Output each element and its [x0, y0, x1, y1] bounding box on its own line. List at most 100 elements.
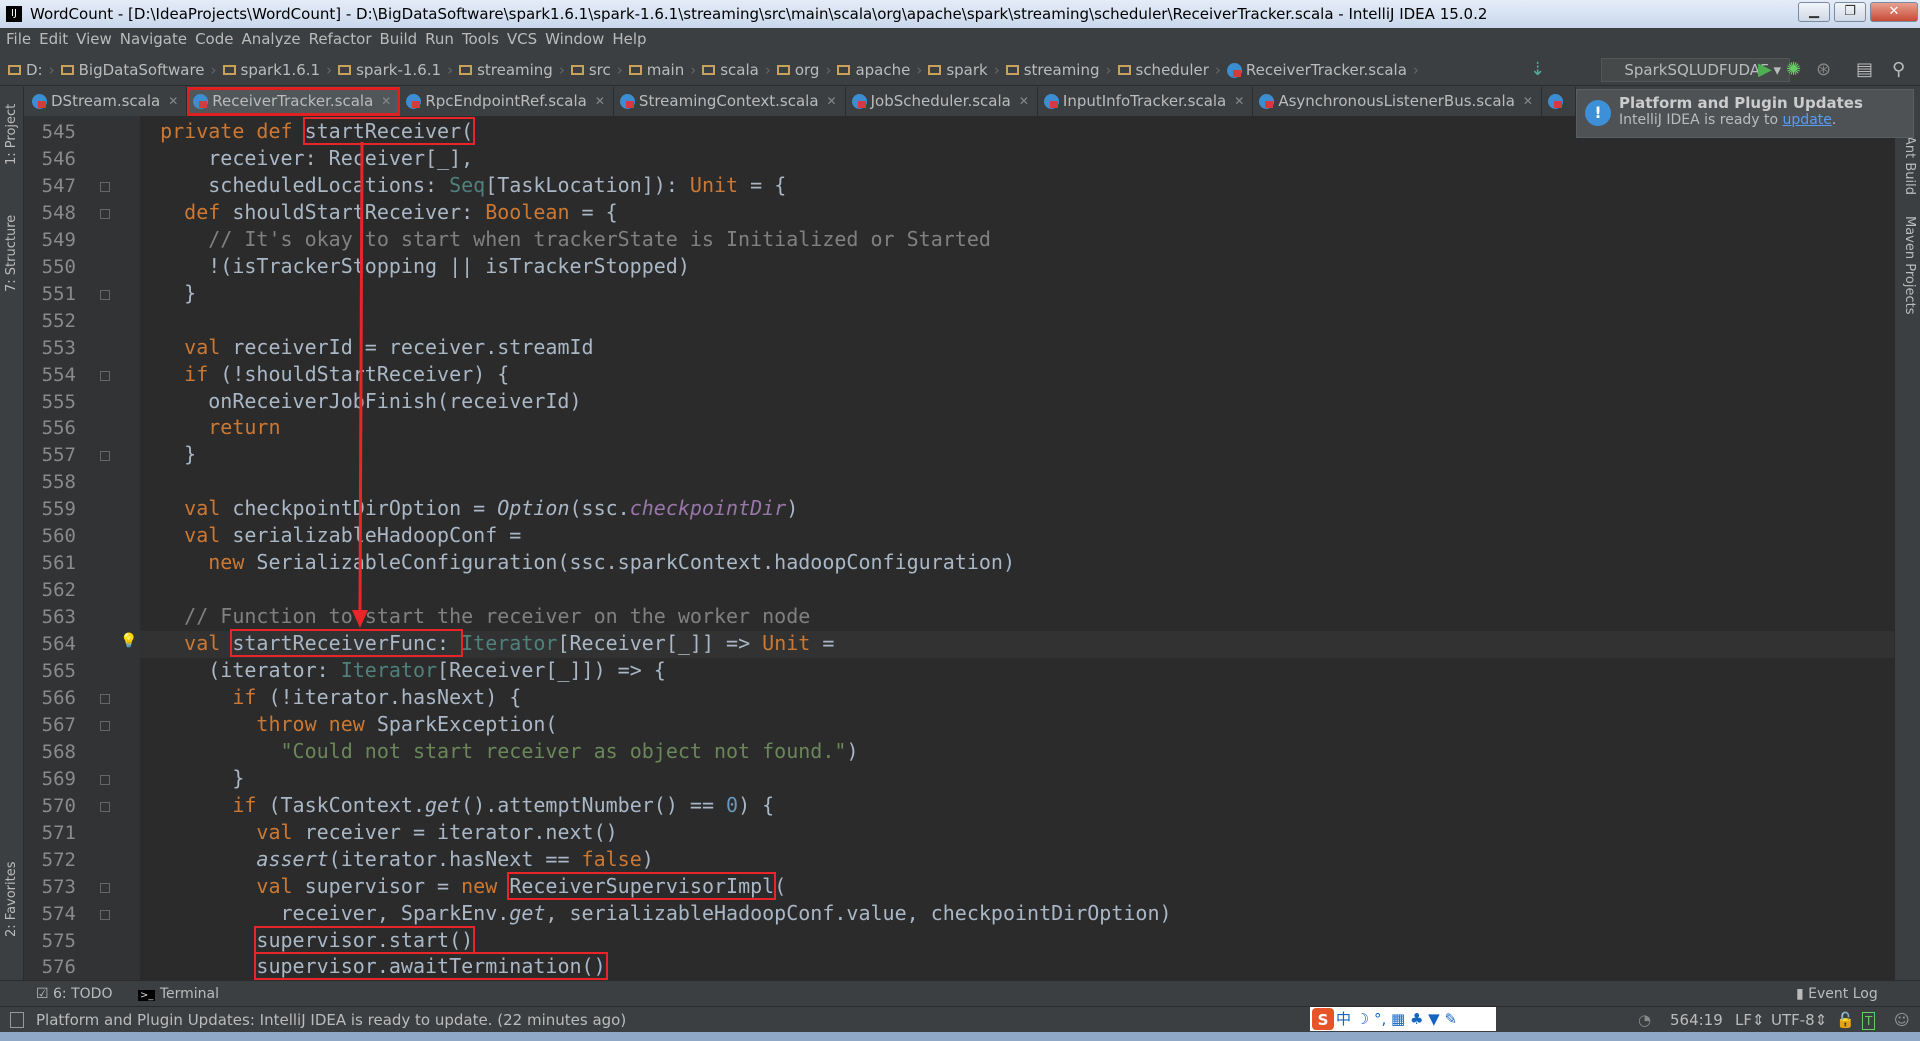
menu-bar: File Edit View Navigate Code Analyze Refactor B… [0, 28, 1920, 50]
menu-edit[interactable]: Edit [37, 28, 74, 50]
folder-icon [702, 65, 716, 75]
chevron-right-icon: › [210, 60, 217, 79]
menu-refactor[interactable]: Refactor [307, 28, 378, 50]
menu-tools[interactable]: Tools [460, 28, 505, 50]
run-icon[interactable]: ▶ [1758, 60, 1772, 80]
tab-jobscheduler[interactable]: JobScheduler.scala ✕ [846, 87, 1038, 116]
breadcrumb-item[interactable]: src › [570, 55, 623, 85]
breadcrumb-label: streaming [1023, 60, 1100, 79]
restore-button[interactable]: ❐ [1834, 2, 1866, 22]
tab-inputinfotracker[interactable]: InputInfoTracker.scala ✕ [1038, 87, 1254, 116]
tool-favorites[interactable]: 2: Favorites [4, 861, 19, 937]
todo-label: 6: TODO [53, 986, 113, 1002]
event-log-button[interactable]: ▮ Event Log [1796, 981, 1878, 1007]
close-tab-icon[interactable]: ✕ [595, 87, 605, 116]
breadcrumb-label: scala [720, 60, 759, 79]
menu-file[interactable]: File [4, 28, 37, 50]
breadcrumb-item[interactable]: scala › [702, 55, 771, 85]
tool-ant-build[interactable]: Ant Build [1902, 136, 1917, 195]
hector-icon[interactable]: ☺ [1894, 1007, 1910, 1033]
tab-dstream[interactable]: DStream.scala ✕ [26, 87, 188, 116]
lock-icon[interactable]: 🔓 [1836, 1007, 1855, 1033]
windows-taskbar [0, 1032, 1920, 1041]
breadcrumb-item[interactable]: scheduler › [1117, 55, 1221, 85]
menu-vcs[interactable]: VCS [505, 28, 543, 50]
code-editor[interactable] [140, 116, 1894, 980]
tab-receivertracker[interactable]: ReceiverTracker.scala ✕ [187, 87, 401, 116]
breadcrumb-label: org [794, 60, 820, 79]
update-link[interactable]: update [1783, 112, 1832, 128]
breadcrumb-item[interactable]: ReceiverTracker.scala › [1226, 55, 1419, 85]
menu-build[interactable]: Build [378, 28, 424, 50]
minimize-button[interactable]: ▁ [1798, 2, 1830, 22]
breadcrumb-label: spark-1.6.1 [356, 60, 442, 79]
line-separator[interactable]: LF⇕ [1735, 1007, 1765, 1033]
menu-run[interactable]: Run [423, 28, 460, 50]
close-tab-icon[interactable]: ✕ [1234, 87, 1244, 116]
menu-view[interactable]: View [74, 28, 118, 50]
chevron-right-icon: › [48, 60, 55, 79]
menu-navigate[interactable]: Navigate [118, 28, 193, 50]
breadcrumb-item[interactable]: org › [776, 55, 832, 85]
close-tab-icon[interactable]: ✕ [1523, 87, 1533, 116]
tool-maven-projects[interactable]: Maven Projects [1902, 216, 1917, 315]
chevron-right-icon: › [447, 60, 454, 79]
breadcrumb-item[interactable]: spark-1.6.1 › [338, 55, 453, 85]
tool-project[interactable]: 1: Project [4, 104, 19, 165]
tab-rpcendpointref[interactable]: RpcEndpointRef.scala ✕ [400, 87, 614, 116]
menu-analyze[interactable]: Analyze [239, 28, 306, 50]
chevron-right-icon: › [1105, 60, 1112, 79]
chevron-right-icon: › [825, 60, 832, 79]
vcs-update-icon[interactable]: ⇣ [1530, 60, 1545, 80]
folder-icon [928, 65, 942, 75]
breadcrumb-item[interactable]: spark › [928, 55, 1000, 85]
folder-icon [459, 65, 473, 75]
tab-asynchronouslistenerbus[interactable]: AsynchronousListenerBus.scala ✕ [1253, 87, 1542, 116]
close-tab-icon[interactable]: ✕ [381, 87, 391, 116]
ime-toolbar[interactable]: S中 ☽ °, ▦ ♣ ▼ ✎ [1310, 1007, 1496, 1031]
folder-icon [837, 65, 851, 75]
breadcrumb-label: ReceiverTracker.scala [1245, 60, 1407, 79]
coverage-icon[interactable]: ⊛ [1816, 60, 1831, 80]
todo-tool-button[interactable]: ☑ 6: TODO [36, 981, 112, 1007]
breadcrumb-label: apache [855, 60, 911, 79]
breadcrumb-item[interactable]: streaming › [1005, 55, 1112, 85]
update-notification[interactable]: ! Platform and Plugin Updates IntelliJ I… [1576, 89, 1914, 138]
tab-streamingcontext[interactable]: StreamingContext.scala ✕ [614, 87, 846, 116]
tab-label: JobScheduler.scala [870, 92, 1011, 110]
terminal-tool-button[interactable]: >_ Terminal [138, 981, 219, 1009]
search-icon[interactable]: ⚲ [1892, 60, 1905, 80]
terminal-label: Terminal [159, 986, 220, 1002]
notification-tail: . [1831, 112, 1837, 128]
file-encoding[interactable]: UTF-8⇕ [1771, 1007, 1827, 1033]
breadcrumb-label: D: [26, 60, 43, 79]
breadcrumb-item[interactable]: streaming › [459, 55, 565, 85]
close-tab-icon[interactable]: ✕ [827, 87, 837, 116]
ime-icons: 中 ☽ °, ▦ ♣ ▼ ✎ [1336, 1010, 1458, 1028]
caret-position[interactable]: 564:19 [1670, 1007, 1723, 1033]
close-tab-icon[interactable]: ✕ [168, 87, 178, 116]
breadcrumb-item[interactable]: spark1.6.1 › [222, 55, 332, 85]
breadcrumb-item[interactable]: main › [628, 55, 696, 85]
breadcrumb-item[interactable]: apache › [837, 55, 922, 85]
status-toggle-icon[interactable] [10, 1012, 24, 1028]
close-button[interactable]: ✕ [1870, 2, 1918, 22]
breadcrumb-label: streaming [477, 60, 553, 79]
project-structure-icon[interactable]: ▤ [1856, 60, 1873, 80]
status-message[interactable]: Platform and Plugin Updates: IntelliJ ID… [36, 1007, 626, 1033]
scala-file-icon [32, 94, 47, 109]
scala-file-icon [193, 94, 209, 109]
terminal-icon: >_ [138, 990, 156, 1001]
tool-structure[interactable]: 7: Structure [4, 215, 19, 292]
menu-code[interactable]: Code [193, 28, 239, 50]
scala-file-icon [1226, 62, 1242, 78]
breadcrumb-item[interactable]: D: › [8, 55, 55, 85]
debug-icon[interactable]: ✺ [1786, 60, 1801, 80]
chevron-right-icon: › [558, 60, 565, 79]
breadcrumb-item[interactable]: BigDataSoftware › [60, 55, 217, 85]
menu-help[interactable]: Help [610, 28, 652, 50]
menu-window[interactable]: Window [543, 28, 610, 50]
close-tab-icon[interactable]: ✕ [1019, 87, 1029, 116]
inspection-icon[interactable]: T [1862, 1012, 1876, 1030]
tab-overflow[interactable] [1542, 87, 1576, 116]
